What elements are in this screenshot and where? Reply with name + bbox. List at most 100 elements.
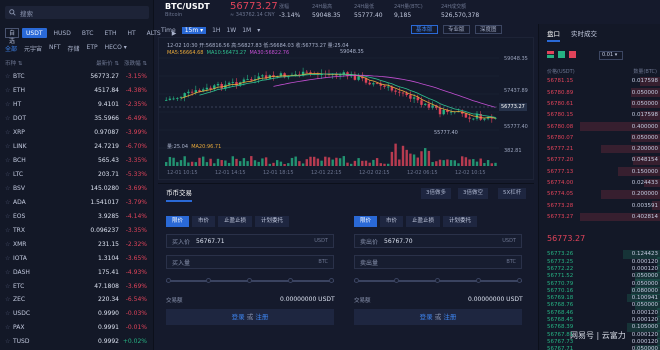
star-icon[interactable]: ☆ (5, 283, 13, 290)
slider-stop[interactable] (354, 278, 359, 283)
list-item[interactable]: ☆ BSV 145.0280 -3.69% (0, 182, 154, 196)
list-item[interactable]: ☆ EOS 3.9285 -4.14% (0, 209, 154, 223)
order-type-tab[interactable]: 市价 (192, 216, 216, 227)
trade-title[interactable]: 币币交易 (166, 187, 192, 202)
list-item[interactable]: ☆ BTC 56773.27 -3.15% (0, 70, 154, 84)
ask-row[interactable]: 56777.21 0.200000 (539, 144, 660, 154)
order-type-tab[interactable]: 止盈止损 (218, 216, 253, 227)
slider-stop[interactable] (288, 278, 293, 283)
market-tab[interactable]: 自选 (5, 28, 20, 45)
order-type-tab[interactable]: 限价 (354, 216, 378, 227)
list-item[interactable]: ☆ XRP 0.97087 -3.99% (0, 126, 154, 140)
book-bids-icon[interactable] (558, 51, 565, 58)
list-item[interactable]: ☆ XMR 231.15 -2.32% (0, 237, 154, 251)
star-icon[interactable]: ☆ (5, 324, 13, 331)
star-icon[interactable]: ☆ (5, 157, 13, 164)
market-tab[interactable]: HT (123, 28, 139, 38)
tab-order-book[interactable]: 盘口 (547, 28, 560, 42)
search-box[interactable]: 搜索 (5, 6, 149, 19)
sell-qty-field[interactable]: 卖出量 BTC (354, 255, 522, 269)
market-tab[interactable]: ETH (100, 28, 120, 38)
register-link[interactable]: 注册 (255, 313, 268, 321)
tab-live-trades[interactable]: 实时成交 (571, 28, 597, 42)
tf-time[interactable]: Time (161, 27, 176, 34)
category-tab[interactable]: ETP (87, 44, 98, 53)
slider-stop[interactable] (329, 278, 334, 283)
ask-row[interactable]: 56780.61 0.050000 (539, 99, 660, 109)
star-icon[interactable]: ☆ (5, 338, 13, 345)
ask-row[interactable]: 56780.89 0.050000 (539, 88, 660, 97)
order-type-tab[interactable]: 止盈止损 (406, 216, 441, 227)
buy-percent-slider[interactable] (166, 278, 334, 283)
ask-row[interactable]: 56773.28 0.003591 (539, 201, 660, 210)
pair-name[interactable]: BTC/USDT (165, 2, 210, 11)
buy-login-prompt[interactable]: 登录 或 注册 (166, 309, 334, 325)
order-type-tab[interactable]: 限价 (166, 216, 190, 227)
slider-stop[interactable] (517, 278, 522, 283)
category-tab[interactable]: 全部 (5, 44, 17, 53)
list-item[interactable]: ☆ PAX 0.9991 -0.01% (0, 321, 154, 335)
slider-stop[interactable] (394, 278, 399, 283)
list-item[interactable]: ☆ ADA 1.541017 -3.79% (0, 195, 154, 209)
list-item[interactable]: ☆ USDC 0.9990 -0.03% (0, 307, 154, 321)
category-tab[interactable]: HECO ▾ (105, 44, 127, 53)
sell-login-prompt[interactable]: 登录 或 注册 (354, 309, 522, 325)
pro-view-button[interactable]: 专业版 (443, 25, 470, 34)
list-item[interactable]: ☆ HT 9.4101 -2.35% (0, 98, 154, 112)
ask-row[interactable]: 56781.15 0.017598 (539, 77, 660, 86)
list-item[interactable]: ☆ BCH 565.43 -3.35% (0, 154, 154, 168)
star-icon[interactable]: ☆ (5, 269, 13, 276)
sell-percent-slider[interactable] (354, 278, 522, 283)
tf-1w[interactable]: 1W (226, 27, 236, 34)
star-icon[interactable]: ☆ (5, 73, 13, 80)
star-icon[interactable]: ☆ (5, 143, 13, 150)
header-price[interactable]: 最新价 ⇅ (55, 59, 119, 67)
slider-stop[interactable] (435, 278, 440, 283)
category-tab[interactable]: 存储 (68, 44, 80, 53)
star-icon[interactable]: ☆ (5, 199, 13, 206)
sell-price-input[interactable]: 56767.70 (384, 238, 502, 245)
buy-qty-field[interactable]: 买入量 BTC (166, 255, 334, 269)
list-item[interactable]: ☆ DASH 175.41 -4.93% (0, 265, 154, 279)
market-tab[interactable]: HUSD (50, 28, 75, 38)
header-change[interactable]: 涨跌幅 ⇅ (119, 59, 149, 67)
depth-chart-button[interactable]: 深度图 (475, 25, 502, 34)
sell-price-field[interactable]: 卖出价 56767.70 USDT (354, 234, 522, 248)
login-link[interactable]: 登录 (232, 313, 245, 321)
star-icon[interactable]: ☆ (5, 171, 13, 178)
bid-row[interactable]: 56767.71 0.050000 (539, 344, 660, 350)
list-item[interactable]: ☆ DOT 35.5966 -6.49% (0, 112, 154, 126)
list-item[interactable]: ☆ IOTA 1.3104 -3.65% (0, 251, 154, 265)
list-item[interactable]: ☆ ETC 47.1808 -3.69% (0, 279, 154, 293)
ask-row[interactable]: 56774.05 0.200000 (539, 190, 660, 199)
category-tab[interactable]: 元宇宙 (24, 44, 42, 53)
market-tab[interactable]: BTC (78, 28, 98, 38)
tf-1h[interactable]: 1H (212, 27, 220, 34)
ask-row[interactable]: 56777.13 0.150000 (539, 167, 660, 177)
star-icon[interactable]: ☆ (5, 87, 13, 94)
star-icon[interactable]: ☆ (5, 255, 13, 262)
ask-row[interactable]: 56780.15 0.017598 (539, 110, 660, 120)
slider-stop[interactable] (247, 278, 252, 283)
header-symbol[interactable]: 币种 ⇅ (5, 59, 55, 67)
category-tab[interactable]: NFT (49, 44, 61, 53)
star-icon[interactable]: ☆ (5, 227, 13, 234)
margin-5x-button[interactable]: 5X杠杆 (498, 188, 527, 199)
ask-row[interactable]: 56780.07 0.050000 (539, 133, 660, 143)
star-icon[interactable]: ☆ (5, 241, 13, 248)
tf-1m[interactable]: 1M (242, 27, 251, 34)
list-item[interactable]: ☆ TRX 0.096237 -3.35% (0, 223, 154, 237)
star-icon[interactable]: ☆ (5, 296, 13, 303)
ask-row[interactable]: 56774.00 0.024433 (539, 178, 660, 188)
long-3x-button[interactable]: 3倍做多 (421, 188, 451, 199)
market-tab[interactable]: USDT (22, 28, 47, 38)
buy-price-input[interactable]: 56767.71 (196, 238, 314, 245)
depth-select[interactable]: 0.01 ▾ (599, 51, 623, 60)
ask-row[interactable]: 56777.20 0.048154 (539, 156, 660, 165)
list-item[interactable]: ☆ TUSD 0.9992 +0.02% (0, 335, 154, 349)
order-type-tab[interactable]: 市价 (380, 216, 404, 227)
list-item[interactable]: ☆ ETH 4517.84 -4.38% (0, 84, 154, 98)
star-icon[interactable]: ☆ (5, 115, 13, 122)
register-link[interactable]: 注册 (443, 313, 456, 321)
slider-stop[interactable] (206, 278, 211, 283)
